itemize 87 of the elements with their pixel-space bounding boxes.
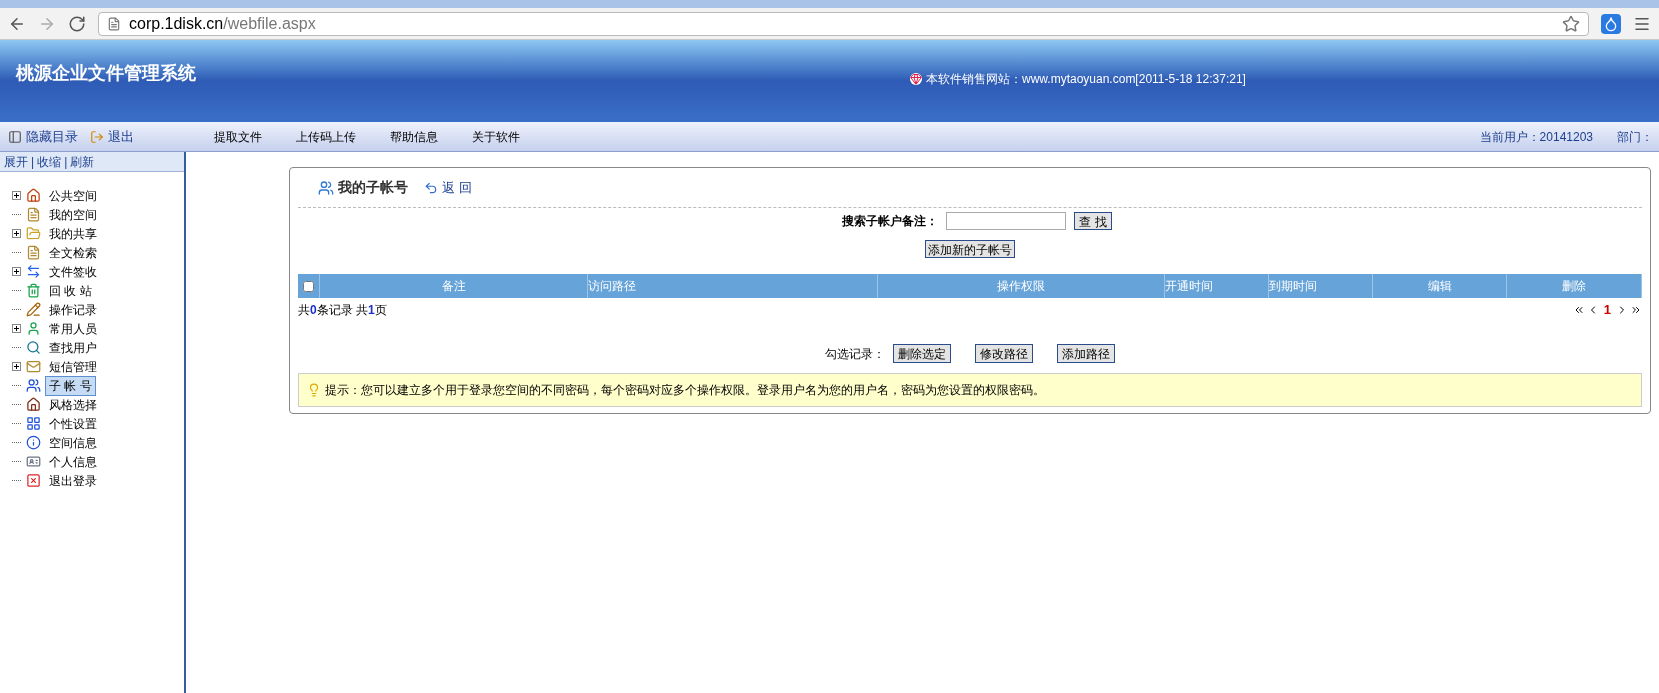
column-header: 到期时间 [1269, 278, 1317, 295]
lightbulb-icon [307, 383, 321, 397]
column-header: 删除 [1562, 278, 1586, 295]
tree-item-icon [26, 473, 41, 488]
expand-toggle-icon[interactable] [12, 191, 21, 200]
expand-toggle-icon[interactable] [12, 229, 21, 238]
tree-item-icon [26, 416, 41, 431]
url-host: corp.1disk.cn [129, 14, 224, 32]
tree-item[interactable]: 全文检索 [45, 242, 101, 263]
column-header: 备注 [441, 278, 466, 295]
search-label: 搜索子帐户备注： [842, 213, 939, 230]
extension-icon[interactable] [1601, 13, 1621, 34]
tree-item-icon [26, 454, 41, 469]
tree-item-icon [26, 378, 41, 393]
tree-action-link[interactable]: 展开 [4, 152, 28, 171]
department-text: 部门： [1617, 128, 1653, 146]
find-button[interactable]: 查 找 [1074, 212, 1112, 230]
diamond-icon [910, 73, 922, 85]
tree-item[interactable]: 退出登录 [45, 470, 101, 491]
select-all-checkbox[interactable] [303, 280, 314, 292]
tree-item-icon [26, 207, 41, 222]
sales-site-text: 本软件销售网站：www.mytaoyuan.com[2011-5-18 12:37:21] [926, 71, 1246, 88]
bulk-action-button[interactable]: 修改路径 [975, 344, 1033, 363]
expand-toggle-icon[interactable] [12, 267, 21, 276]
tree-item[interactable]: 常用人员 [45, 318, 101, 339]
search-field[interactable] [946, 212, 1067, 230]
tree-item-icon [26, 188, 41, 203]
record-summary: 共0条记录 共1页 [298, 302, 387, 319]
tree-item[interactable]: 回 收 站 [45, 280, 96, 301]
system-title: 桃源企业文件管理系统 [16, 62, 196, 85]
tree-item[interactable]: 我的空间 [45, 204, 101, 225]
tree-item-icon [26, 302, 41, 317]
tree-item-icon [26, 397, 41, 412]
last-page-icon[interactable] [1630, 304, 1642, 316]
tree-item[interactable]: 公共空间 [45, 185, 101, 206]
bulk-action-label: 勾选记录： [825, 345, 885, 363]
header-link[interactable]: 隐藏目录 [8, 126, 78, 147]
exit-icon [90, 129, 104, 144]
tree-item[interactable]: 文件签收 [45, 261, 101, 282]
expand-toggle-icon[interactable] [12, 362, 21, 371]
nav-menu-item[interactable]: 帮助信息 [390, 127, 438, 146]
bulk-action-button[interactable]: 删除选定 [893, 344, 951, 363]
tree-item-icon [26, 435, 41, 450]
tree-item[interactable]: 空间信息 [45, 432, 101, 453]
page-icon [107, 16, 121, 31]
bulk-action-button[interactable]: 添加路径 [1057, 344, 1115, 363]
column-header: 访问路径 [588, 278, 636, 295]
tree-item[interactable]: 子 帐 号 [45, 375, 96, 396]
column-header: 开通时间 [1165, 278, 1213, 295]
tree-action-link[interactable]: 收缩 [37, 152, 62, 171]
tree-item[interactable]: 个性设置 [45, 413, 101, 434]
tree-item-icon [26, 340, 41, 355]
tree-item[interactable]: 短信管理 [45, 356, 101, 377]
nav-menu-item[interactable]: 上传码上传 [296, 127, 356, 146]
address-bar[interactable]: corp.1disk.cn/webfile.aspx [98, 11, 1589, 36]
link-separator: | [63, 153, 69, 171]
back-link[interactable]: 返 回 [424, 177, 472, 198]
tree-item[interactable]: 操作记录 [45, 299, 101, 320]
tree-item-icon [26, 245, 41, 260]
column-header: 编辑 [1427, 278, 1452, 295]
tree-action-link[interactable]: 刷新 [70, 152, 95, 171]
nav-menu-item[interactable]: 提取文件 [214, 127, 262, 146]
header-link[interactable]: 退出 [90, 126, 134, 147]
panel-icon [8, 129, 22, 144]
users-icon [318, 179, 334, 196]
tree-item-icon [26, 321, 41, 336]
star-icon[interactable] [1562, 14, 1580, 33]
url-path: /webfile.aspx [223, 14, 316, 32]
current-user-text: 当前用户：20141203 [1479, 128, 1593, 146]
current-page-number[interactable]: 1 [1600, 300, 1614, 320]
tip-text: 提示：您可以建立多个用于登录您空间的不同密码，每个密码对应多个操作权限。登录用户名为您的用户名，密码为您设置的权限密码。 [325, 382, 1045, 399]
expand-toggle-icon[interactable] [12, 324, 21, 333]
tree-item[interactable]: 风格选择 [45, 394, 101, 415]
tree-item[interactable]: 个人信息 [45, 451, 101, 472]
column-header: 操作权限 [997, 278, 1045, 295]
undo-arrow-icon [424, 180, 438, 195]
tree-item[interactable]: 查找用户 [45, 337, 101, 358]
panel-title: 我的子帐号 [338, 178, 408, 197]
tree-item-icon [26, 283, 41, 298]
tree-item[interactable]: 我的共享 [45, 223, 101, 244]
tree-item-icon [26, 226, 41, 241]
tree-item-icon [26, 264, 41, 279]
add-subaccount-button[interactable]: 添加新的子帐号 [925, 240, 1015, 258]
link-separator: | [30, 153, 36, 171]
reload-icon[interactable] [68, 14, 86, 33]
tree-item-icon [26, 359, 41, 374]
nav-menu-item[interactable]: 关于软件 [472, 127, 520, 146]
